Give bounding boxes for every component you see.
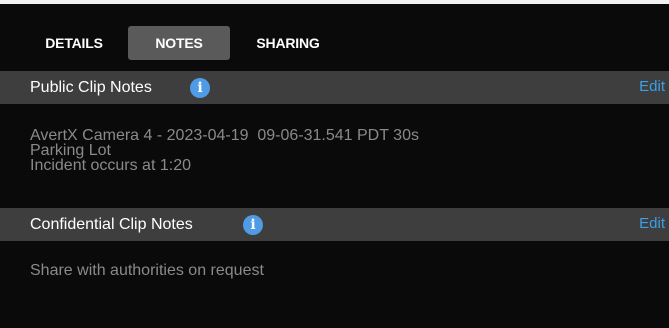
tab-notes[interactable]: NOTES bbox=[128, 26, 230, 60]
tab-details[interactable]: DETAILS bbox=[26, 26, 122, 60]
info-icon[interactable]: i bbox=[190, 78, 210, 98]
confidential-notes-title: Confidential Clip Notes bbox=[30, 216, 193, 233]
public-notes-edit-link[interactable]: Edit bbox=[639, 71, 665, 102]
info-icon[interactable]: i bbox=[243, 215, 263, 235]
tab-bar: DETAILS NOTES SHARING bbox=[0, 4, 669, 72]
confidential-notes-text: Share with authorities on request bbox=[30, 262, 264, 279]
public-notes-text: AvertX Camera 4 - 2023-04-19 09-06-31.54… bbox=[30, 127, 419, 174]
note-line: Parking Lot bbox=[30, 142, 111, 159]
note-line: AvertX Camera 4 - 2023-04-19 09-06-31.54… bbox=[30, 127, 419, 144]
clip-details-panel: DETAILS NOTES SHARING Public Clip Notes … bbox=[0, 0, 669, 328]
note-line: Incident occurs at 1:20 bbox=[30, 157, 191, 174]
tab-sharing[interactable]: SHARING bbox=[236, 26, 340, 60]
public-notes-header: Public Clip Notes i Edit bbox=[0, 71, 669, 104]
confidential-notes-header: Confidential Clip Notes i Edit bbox=[0, 208, 669, 241]
public-notes-title: Public Clip Notes bbox=[30, 79, 152, 96]
note-line: Share with authorities on request bbox=[30, 262, 264, 279]
confidential-notes-edit-link[interactable]: Edit bbox=[639, 208, 665, 239]
